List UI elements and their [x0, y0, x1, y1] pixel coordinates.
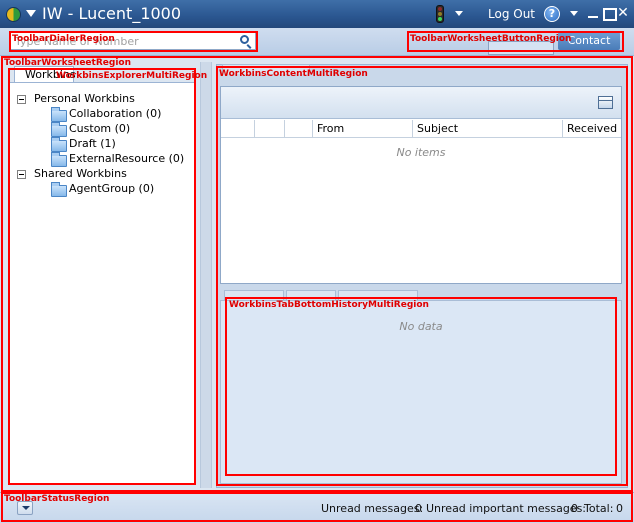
tree-item-draft[interactable]: Draft (1) [69, 137, 116, 150]
collapse-toggle-icon[interactable] [17, 170, 26, 179]
region-label-explorer: WorkbinsExplorerMultiRegion [56, 71, 208, 81]
help-chevron-down-icon[interactable] [570, 11, 578, 16]
grid-header: From Subject Received [221, 120, 621, 138]
app-logo-icon[interactable] [6, 7, 21, 22]
history-empty-message: No data [399, 320, 443, 333]
tree-item-custom[interactable]: Custom (0) [69, 122, 130, 135]
unread-label: Unread messages: [321, 502, 424, 515]
tree-item-external-resource[interactable]: ExternalResource (0) [69, 152, 184, 165]
column-header-received[interactable]: Received [563, 120, 621, 138]
tab-bottom-1[interactable] [224, 290, 284, 300]
status-chevron-down-icon[interactable] [455, 11, 463, 16]
grid-toolbar [221, 87, 621, 119]
minimize-button[interactable] [587, 6, 599, 20]
tree-item-collaboration[interactable]: Collaboration (0) [69, 107, 161, 120]
region-label-content: WorkbinsContentMultiRegion [219, 69, 368, 79]
column-chooser-icon[interactable] [598, 96, 613, 109]
tree-item-agent-group[interactable]: AgentGroup (0) [69, 182, 154, 195]
agent-status-icon[interactable] [436, 5, 444, 23]
tree-group-shared[interactable]: Shared Workbins [34, 167, 127, 180]
collapse-toggle-icon[interactable] [17, 95, 26, 104]
unread-important-label: Unread important messages: [426, 502, 587, 515]
help-icon[interactable]: ? [544, 6, 560, 22]
folder-icon [51, 152, 67, 167]
app-menu-chevron-icon[interactable] [26, 10, 36, 17]
column-header-flag[interactable] [255, 120, 285, 138]
column-header-from[interactable]: From [313, 120, 413, 138]
region-label-dialer: ToolbarDialerRegion [12, 34, 115, 44]
tree-group-personal[interactable]: Personal Workbins [34, 92, 135, 105]
region-label-worksheet-button: ToolbarWorksheetButtonRegion [410, 34, 572, 44]
unread-count: 0 [415, 502, 422, 515]
total-label: Total: [584, 502, 614, 515]
region-label-worksheet: ToolbarWorksheetRegion [4, 58, 131, 68]
folder-icon [51, 122, 67, 137]
title-bar: IW - Lucent_1000 Log Out ? ✕ [0, 0, 634, 28]
unread-important-count: 0 [571, 502, 578, 515]
region-label-history: WorkbinsTabBottomHistoryMultiRegion [229, 300, 429, 310]
window-title: IW - Lucent_1000 [42, 4, 182, 23]
history-panel: No data [220, 300, 622, 484]
close-button[interactable]: ✕ [617, 6, 629, 20]
tab-bottom-2[interactable] [286, 290, 336, 300]
logout-button[interactable]: Log Out [488, 7, 535, 21]
column-header-subject[interactable]: Subject [413, 120, 563, 138]
grid-empty-message: No items [396, 146, 446, 159]
column-header-select[interactable] [221, 120, 255, 138]
folder-icon [51, 107, 67, 122]
tab-bottom-3[interactable] [338, 290, 418, 300]
workbin-items-grid: From Subject Received No items [220, 86, 622, 284]
column-header-type[interactable] [285, 120, 313, 138]
folder-icon [51, 137, 67, 152]
search-icon[interactable] [240, 35, 249, 44]
maximize-button[interactable] [602, 6, 617, 21]
panel-splitter[interactable] [200, 62, 212, 488]
region-label-status: ToolbarStatusRegion [4, 494, 110, 504]
total-count: 0 [616, 502, 623, 515]
folder-icon [51, 182, 67, 197]
